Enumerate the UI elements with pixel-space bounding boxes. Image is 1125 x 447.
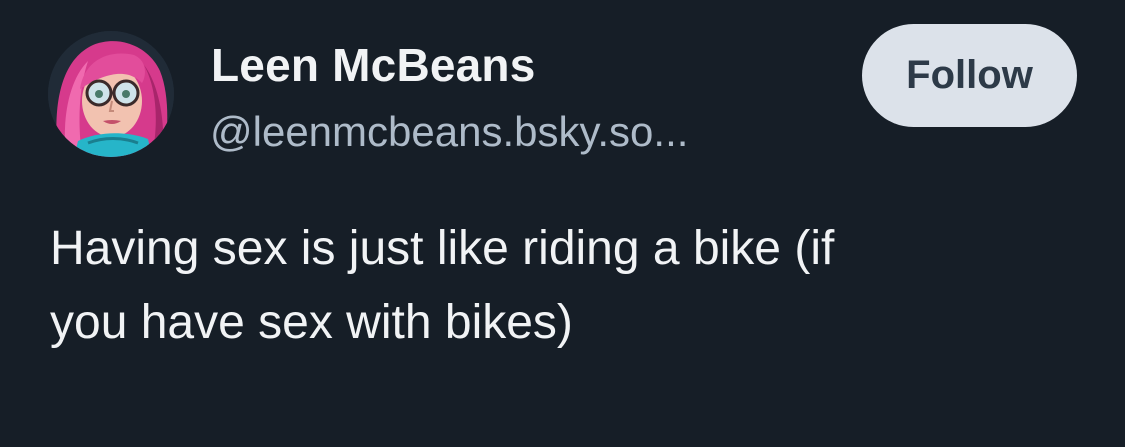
post-text: Having sex is just like riding a bike (i… <box>50 222 835 349</box>
author-display-name[interactable]: Leen McBeans <box>211 38 536 92</box>
avatar[interactable] <box>48 31 174 157</box>
follow-button[interactable]: Follow <box>862 24 1077 127</box>
avatar-image <box>48 31 174 157</box>
author-handle[interactable]: @leenmcbeans.bsky.so... <box>210 108 688 156</box>
post-card: Leen McBeans @leenmcbeans.bsky.so... Fol… <box>0 0 1125 447</box>
